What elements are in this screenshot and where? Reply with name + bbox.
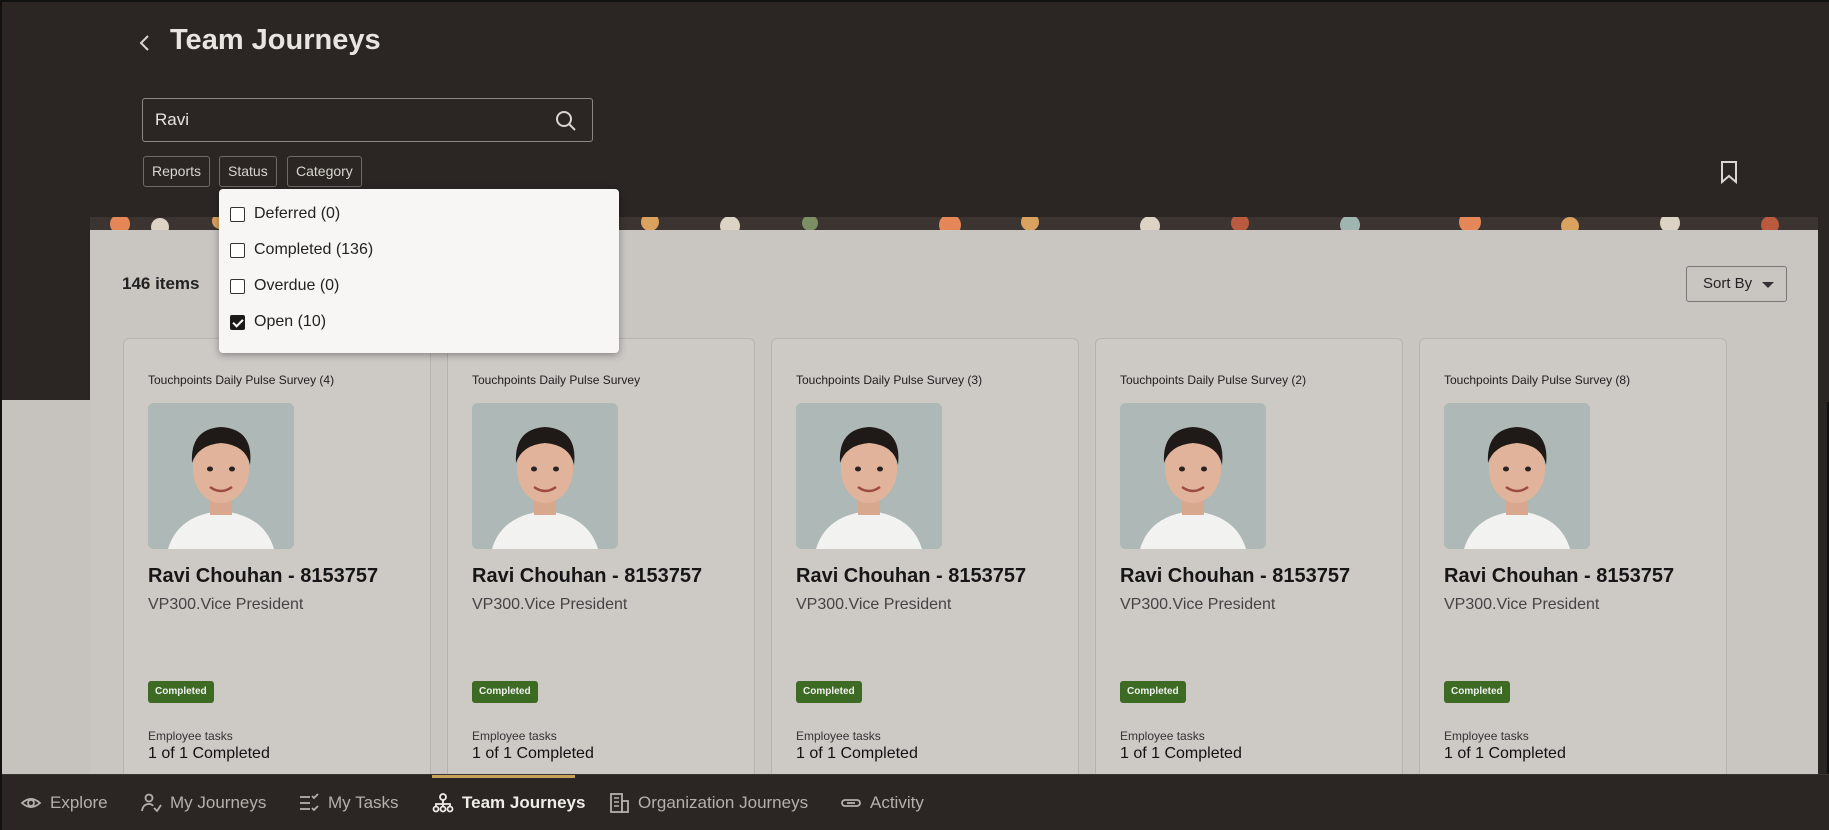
- card-employee-name[interactable]: Ravi Chouhan - 8153757: [1120, 565, 1350, 588]
- status-badge: Completed: [472, 681, 538, 703]
- tasks-value: 1 of 1 Completed: [1120, 745, 1242, 762]
- journey-card[interactable]: Touchpoints Daily Pulse Survey Ravi Chou…: [447, 338, 755, 788]
- checkbox[interactable]: [230, 279, 245, 294]
- journey-card[interactable]: Touchpoints Daily Pulse Survey (3) Ravi …: [771, 338, 1079, 788]
- filter-category[interactable]: Category: [287, 156, 362, 187]
- link-icon: [841, 799, 861, 807]
- sort-by-label: Sort By: [1703, 275, 1753, 292]
- avatar: [148, 403, 294, 549]
- tasks-label: Employee tasks: [148, 729, 233, 743]
- avatar: [1120, 403, 1266, 549]
- sort-by-button[interactable]: Sort By: [1686, 266, 1787, 302]
- status-option-overdue[interactable]: Overdue (0): [219, 274, 619, 310]
- journey-card[interactable]: Touchpoints Daily Pulse Survey (4) Ravi …: [123, 338, 431, 788]
- status-option-completed[interactable]: Completed (136): [219, 238, 619, 274]
- chevron-left-icon: [139, 35, 149, 51]
- status-badge: Completed: [1120, 681, 1186, 703]
- back-button[interactable]: [132, 30, 158, 56]
- status-badge: Completed: [148, 681, 214, 703]
- checkbox[interactable]: [230, 243, 245, 258]
- status-filter-dropdown: Deferred (0) Completed (136) Overdue (0)…: [219, 189, 619, 353]
- status-option-label: Deferred (0): [254, 205, 341, 222]
- caret-down-icon: [1762, 282, 1774, 288]
- nav-team-journeys[interactable]: Team Journeys: [432, 775, 585, 830]
- eye-icon: [20, 798, 42, 808]
- status-option-label: Open (10): [254, 313, 327, 330]
- card-journey-title: Touchpoints Daily Pulse Survey (2): [1120, 373, 1307, 387]
- status-option-open[interactable]: Open (10): [219, 310, 619, 346]
- filter-status[interactable]: Status: [219, 156, 277, 187]
- card-employee-role: VP300.Vice President: [472, 596, 628, 613]
- tasks-value: 1 of 1 Completed: [148, 745, 270, 762]
- org-chart-icon: [432, 793, 454, 813]
- bookmark-icon[interactable]: [1719, 160, 1739, 184]
- status-badge: Completed: [1444, 681, 1510, 703]
- card-employee-role: VP300.Vice President: [796, 596, 952, 613]
- nav-my-tasks[interactable]: My Tasks: [298, 775, 399, 830]
- nav-label: My Journeys: [170, 793, 267, 812]
- card-journey-title: Touchpoints Daily Pulse Survey: [472, 373, 641, 387]
- avatar: [472, 403, 618, 549]
- card-employee-role: VP300.Vice President: [148, 596, 304, 613]
- tasks-value: 1 of 1 Completed: [1444, 745, 1566, 762]
- tasks-label: Employee tasks: [1120, 729, 1205, 743]
- nav-explore[interactable]: Explore: [20, 775, 108, 830]
- nav-label: My Tasks: [328, 793, 399, 812]
- card-employee-name[interactable]: Ravi Chouhan - 8153757: [148, 565, 378, 588]
- card-journey-title: Touchpoints Daily Pulse Survey (3): [796, 373, 983, 387]
- nav-label: Explore: [50, 793, 108, 812]
- nav-label: Organization Journeys: [638, 793, 809, 812]
- status-option-label: Overdue (0): [254, 277, 340, 294]
- status-option-label: Completed (136): [254, 241, 374, 258]
- journey-card[interactable]: Touchpoints Daily Pulse Survey (8) Ravi …: [1419, 338, 1727, 788]
- card-employee-role: VP300.Vice President: [1120, 596, 1276, 613]
- checklist-icon: [300, 793, 319, 812]
- tasks-label: Employee tasks: [796, 729, 881, 743]
- status-option-deferred[interactable]: Deferred (0): [219, 202, 619, 238]
- checkbox[interactable]: [230, 207, 245, 222]
- person-path-icon: [141, 793, 162, 813]
- building-icon: [610, 793, 629, 813]
- nav-organization-journeys[interactable]: Organization Journeys: [608, 775, 808, 830]
- bottom-navigation: Explore My Journeys My Tasks Team Journe…: [2, 774, 1829, 830]
- tasks-label: Employee tasks: [472, 729, 557, 743]
- card-employee-role: VP300.Vice President: [1444, 596, 1600, 613]
- card-employee-name[interactable]: Ravi Chouhan - 8153757: [1444, 565, 1674, 588]
- search-box: [142, 98, 593, 142]
- card-employee-name[interactable]: Ravi Chouhan - 8153757: [472, 565, 702, 588]
- nav-activity[interactable]: Activity: [840, 775, 924, 830]
- status-badge: Completed: [796, 681, 862, 703]
- search-icon[interactable]: [554, 109, 578, 133]
- card-journey-title: Touchpoints Daily Pulse Survey (8): [1444, 373, 1631, 387]
- page-title: Team Journeys: [170, 24, 381, 56]
- card-journey-title: Touchpoints Daily Pulse Survey (4): [148, 373, 335, 387]
- tasks-label: Employee tasks: [1444, 729, 1529, 743]
- items-count: 146 items: [122, 274, 200, 293]
- tasks-value: 1 of 1 Completed: [796, 745, 918, 762]
- nav-label: Activity: [870, 793, 924, 812]
- card-employee-name[interactable]: Ravi Chouhan - 8153757: [796, 565, 1026, 588]
- tasks-value: 1 of 1 Completed: [472, 745, 594, 762]
- nav-my-journeys[interactable]: My Journeys: [140, 775, 266, 830]
- search-input[interactable]: [155, 99, 535, 141]
- avatar: [1444, 403, 1590, 549]
- avatar: [796, 403, 942, 549]
- nav-label: Team Journeys: [462, 793, 586, 812]
- filter-reports[interactable]: Reports: [143, 156, 211, 187]
- left-decorative-panel: [2, 400, 92, 774]
- journey-card[interactable]: Touchpoints Daily Pulse Survey (2) Ravi …: [1095, 338, 1403, 788]
- checkbox-checked[interactable]: [230, 315, 245, 330]
